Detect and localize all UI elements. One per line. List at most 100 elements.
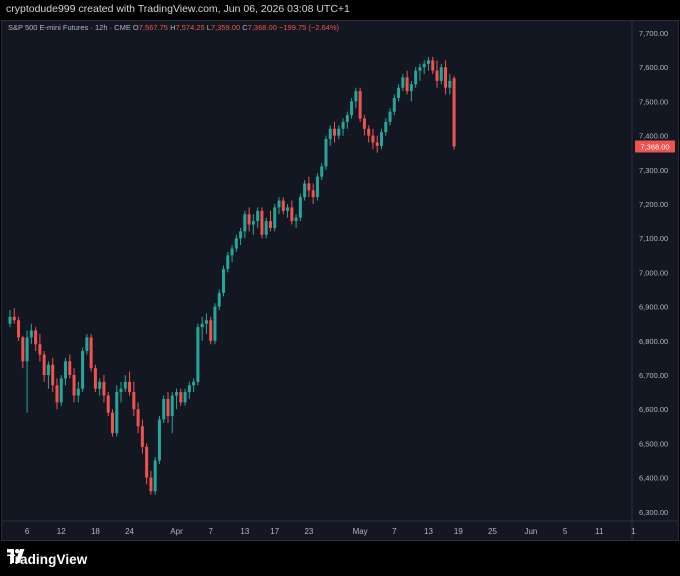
price-tick-label: 7,000.00 — [639, 268, 668, 277]
candle-body — [81, 351, 85, 389]
candle-body — [422, 63, 426, 68]
candle-body — [333, 128, 337, 136]
candle-body — [414, 70, 418, 85]
candle-body — [46, 364, 50, 375]
chart-panel[interactable]: 7,700.00 7,600.00 7,500.00 7,400.00 7,300.00… — [1, 20, 679, 541]
candle-body — [435, 70, 439, 81]
price-tick-label: 6,700.00 — [639, 371, 668, 380]
candle-body — [362, 118, 366, 129]
time-tick-label: May — [353, 527, 368, 536]
candle-body — [247, 214, 251, 225]
candle-body — [55, 385, 59, 403]
candle-body — [175, 392, 179, 396]
tradingview-footer: TradingView — [7, 549, 87, 569]
price-tick-label: 7,500.00 — [639, 97, 668, 106]
candle-body — [354, 91, 358, 102]
candle-body — [89, 337, 93, 369]
candle-body — [264, 221, 268, 235]
candle-body — [328, 128, 332, 140]
candle-body — [196, 327, 200, 382]
candle-body — [260, 210, 264, 235]
time-tick-label: 25 — [488, 527, 497, 536]
tradingview-logo-icon — [7, 549, 25, 563]
open-value: 7,567.75 — [138, 23, 168, 32]
candle-body — [29, 330, 33, 338]
candle-body — [337, 128, 341, 136]
candle-body — [136, 409, 140, 427]
candle-body — [345, 115, 349, 122]
candle-body — [68, 361, 72, 375]
candle-body — [392, 97, 396, 112]
candle-body — [311, 190, 315, 198]
candle-body — [8, 316, 12, 324]
candle-body — [286, 207, 290, 211]
candle-body — [307, 183, 311, 191]
time-tick-label: 17 — [270, 527, 279, 536]
candle-body — [85, 337, 89, 352]
candle-body — [277, 200, 281, 208]
candle-body — [93, 368, 97, 389]
candle-body — [358, 91, 362, 119]
candle-body — [119, 388, 123, 393]
candle-body — [59, 378, 63, 403]
candle-body — [371, 135, 375, 143]
candle-body — [106, 395, 110, 413]
price-tick-label: 7,100.00 — [639, 234, 668, 243]
candle-body — [298, 197, 302, 218]
candle-body — [132, 392, 136, 410]
candle-body — [268, 221, 272, 228]
candle-body — [51, 364, 55, 386]
candle-body — [149, 477, 153, 492]
candle-body — [17, 320, 21, 338]
candle-body — [315, 176, 319, 198]
price-tick-label: 6,500.00 — [639, 439, 668, 448]
candle-body — [34, 330, 38, 345]
candle-body — [397, 87, 401, 98]
time-tick-label: 7 — [208, 527, 213, 536]
low-value: 7,359.00 — [210, 23, 241, 32]
candle-body — [388, 111, 392, 122]
candle-body — [439, 67, 443, 81]
candle-body — [379, 132, 383, 146]
candle-body — [128, 381, 132, 393]
price-tick-label: 6,400.00 — [639, 474, 668, 483]
candle-body — [426, 60, 430, 64]
candle-body — [213, 306, 217, 341]
time-tick-label: 19 — [454, 527, 463, 536]
candle-body — [303, 183, 307, 198]
candle-body — [115, 392, 119, 434]
candle-body — [12, 316, 16, 321]
candle-body — [204, 320, 208, 324]
price-tick-label: 6,900.00 — [639, 303, 668, 312]
candle-body — [448, 80, 452, 88]
candle-body — [217, 292, 221, 307]
candlestick-chart[interactable]: 7,700.00 7,600.00 7,500.00 7,400.00 7,300.00… — [2, 21, 679, 541]
time-tick-label: 24 — [125, 527, 134, 536]
candle-body — [239, 231, 243, 239]
time-tick-label: Apr — [170, 527, 183, 536]
candle-body — [64, 361, 68, 379]
price-tick-label: 7,600.00 — [639, 63, 668, 72]
candle-body — [110, 412, 114, 434]
candle-body — [324, 139, 328, 167]
candle-body — [375, 142, 379, 146]
candle-body — [418, 67, 422, 71]
candle-body — [153, 460, 157, 492]
candle-body — [183, 392, 187, 403]
time-tick-label: 13 — [424, 527, 433, 536]
candle-body — [21, 337, 25, 362]
candle-body — [222, 268, 225, 293]
candle-body — [226, 255, 230, 269]
candle-body — [294, 217, 298, 222]
candle-body — [192, 381, 196, 386]
candle-body — [230, 248, 234, 256]
candle-body — [102, 381, 106, 396]
candle-body — [187, 385, 191, 393]
candle-body — [256, 210, 260, 222]
candle-body — [170, 395, 174, 417]
price-tick-label: 6,600.00 — [639, 405, 668, 414]
price-tick-label: 7,700.00 — [639, 29, 668, 38]
price-tick-label: 7,300.00 — [639, 166, 668, 175]
price-tick-label: 7,200.00 — [639, 200, 668, 209]
high-value: 7,574.25 — [175, 23, 205, 32]
